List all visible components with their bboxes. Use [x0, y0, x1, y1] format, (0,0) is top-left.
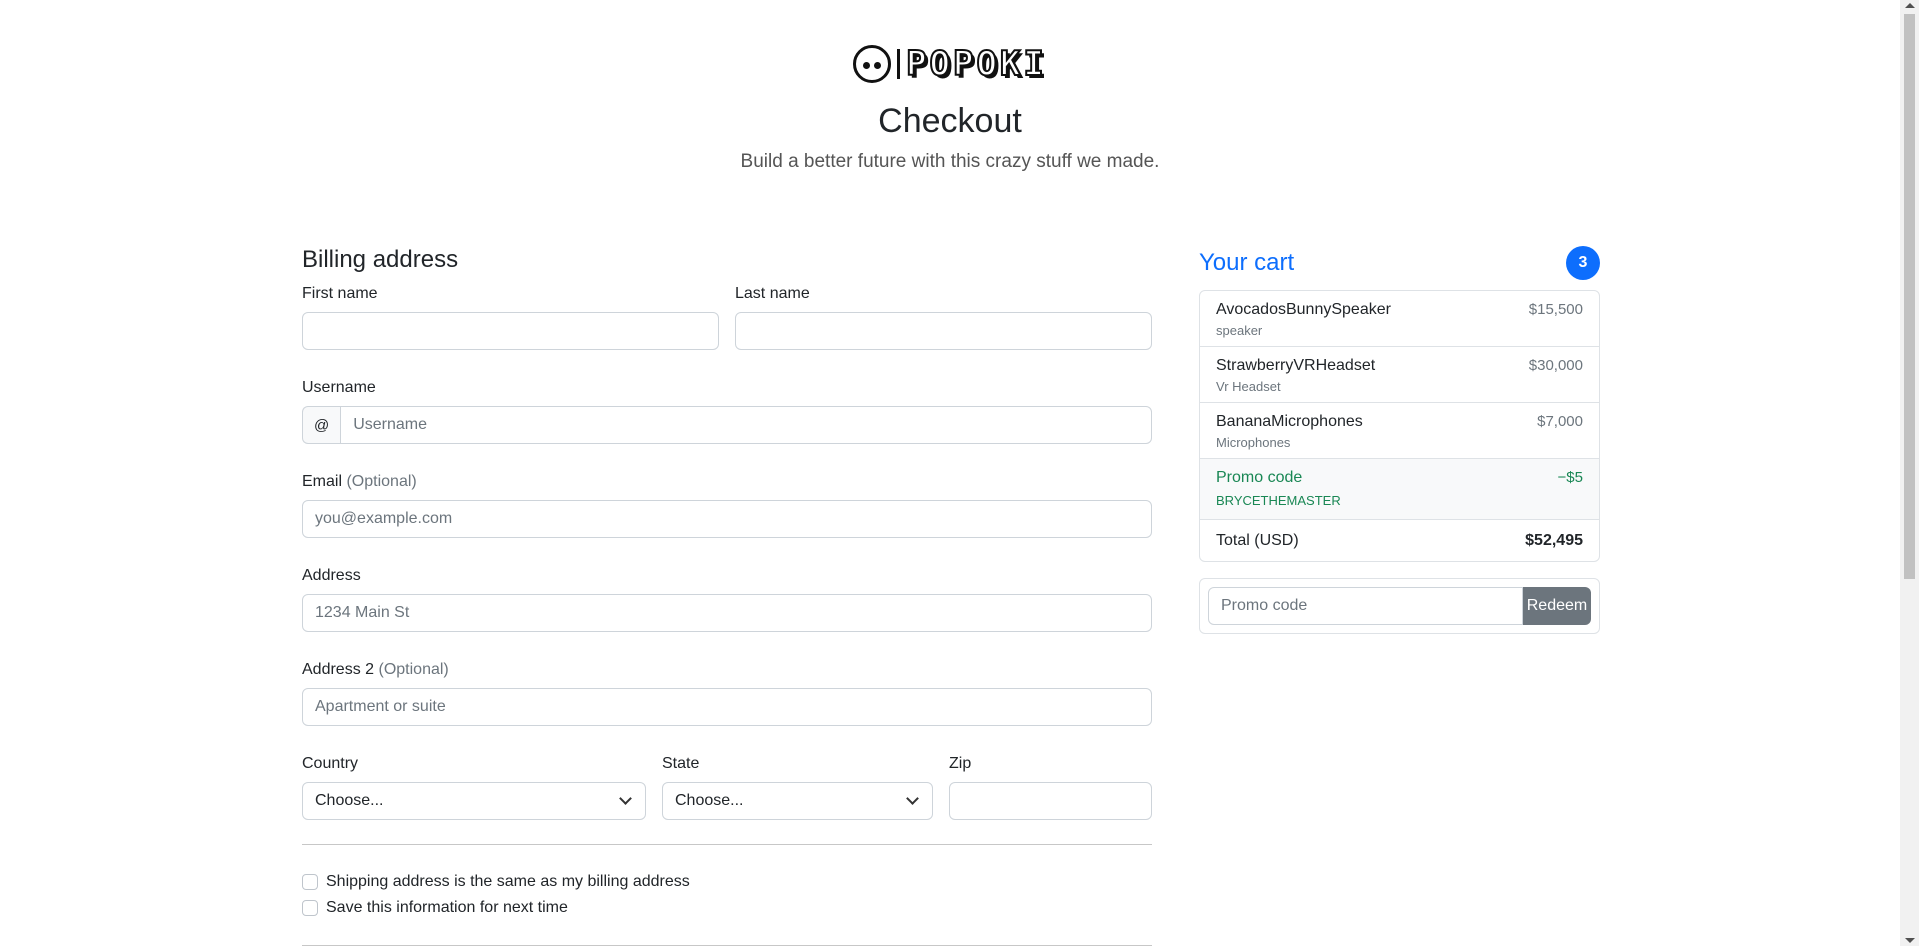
state-label: State	[662, 755, 700, 772]
address2-label: Address 2 (Optional)	[302, 660, 1152, 680]
first-name-label: First name	[302, 285, 378, 302]
address-label: Address	[302, 567, 361, 584]
vertical-scrollbar[interactable]	[1900, 0, 1919, 946]
state-select[interactable]: Choose...	[662, 782, 933, 820]
save-info-checkbox-row[interactable]: Save this information for next time	[302, 895, 1152, 921]
cart-item-desc: Microphones	[1216, 435, 1291, 450]
address2-label-text: Address 2	[302, 661, 375, 678]
cart-title: Your cart	[1199, 249, 1295, 276]
promo-code-row: Promo code BRYCETHEMASTER −$5	[1200, 459, 1599, 520]
email-label: Email (Optional)	[302, 472, 1152, 492]
last-name-label: Last name	[735, 285, 810, 302]
billing-form: Billing address First name Last name Use…	[302, 246, 1152, 946]
address2-input[interactable]	[302, 688, 1152, 726]
cart-header: Your cart 3	[1199, 246, 1600, 280]
promo-code-input[interactable]	[1208, 587, 1523, 625]
logo-face-icon	[853, 45, 892, 83]
promo-redeem-form: Redeem	[1199, 578, 1600, 634]
state-select-value[interactable]: Choose...	[662, 782, 933, 820]
same-address-checkbox-row[interactable]: Shipping address is the same as my billi…	[302, 869, 1152, 895]
save-info-checkbox[interactable]	[302, 900, 318, 916]
header: POPOKI Checkout Build a better future wi…	[0, 40, 1900, 173]
cart-item-price: $7,000	[1537, 413, 1583, 430]
checkout-page: POPOKI Checkout Build a better future wi…	[0, 0, 1900, 946]
zip-label: Zip	[949, 755, 972, 772]
username-input-group: @	[302, 406, 1152, 444]
last-name-input[interactable]	[735, 312, 1152, 350]
popoki-logo: POPOKI	[853, 40, 1047, 88]
page-subtitle: Build a better future with this crazy st…	[740, 151, 1160, 172]
cart-total-row: Total (USD) $52,495	[1200, 520, 1599, 561]
country-label: Country	[302, 755, 359, 772]
same-address-checkbox[interactable]	[302, 874, 318, 890]
cart-items-list: AvocadosBunnySpeaker speaker $15,500 Str…	[1199, 290, 1600, 562]
cart-item-price: $15,500	[1528, 301, 1583, 318]
save-info-label: Save this information for next time	[326, 899, 568, 916]
cart-item-name: StrawberryVRHeadset	[1216, 357, 1376, 374]
promo-code-value: BRYCETHEMASTER	[1216, 493, 1341, 508]
scroll-down-arrow-icon[interactable]	[1905, 938, 1915, 943]
logo-text: POPOKI	[905, 43, 1047, 85]
email-input[interactable]	[302, 500, 1152, 538]
divider	[302, 844, 1152, 845]
email-label-text: Email	[302, 473, 343, 490]
cart-count-badge: 3	[1566, 246, 1600, 280]
cart-item-desc: speaker	[1216, 323, 1263, 338]
at-sign-prefix: @	[302, 406, 341, 444]
cart-panel: Your cart 3 AvocadosBunnySpeaker speaker…	[1199, 246, 1600, 634]
cart-item: StrawberryVRHeadset Vr Headset $30,000	[1200, 347, 1599, 403]
total-value: $52,495	[1525, 531, 1583, 549]
cart-item: AvocadosBunnySpeaker speaker $15,500	[1200, 291, 1599, 347]
promo-label: Promo code	[1216, 469, 1303, 486]
cart-item-price: $30,000	[1528, 357, 1583, 374]
username-input[interactable]	[340, 406, 1152, 444]
billing-heading: Billing address	[302, 246, 459, 273]
cart-item-name: AvocadosBunnySpeaker	[1216, 301, 1391, 318]
address2-optional-text: (Optional)	[378, 661, 449, 678]
promo-discount: −$5	[1557, 469, 1583, 486]
same-address-label: Shipping address is the same as my billi…	[326, 873, 690, 890]
zip-input[interactable]	[949, 782, 1152, 820]
cart-item-desc: Vr Headset	[1216, 379, 1281, 394]
first-name-input[interactable]	[302, 312, 719, 350]
country-select[interactable]: Choose...	[302, 782, 646, 820]
scroll-up-arrow-icon[interactable]	[1905, 3, 1915, 8]
redeem-button[interactable]: Redeem	[1523, 587, 1591, 625]
address-input[interactable]	[302, 594, 1152, 632]
scrollbar-thumb[interactable]	[1904, 14, 1915, 579]
username-label: Username	[302, 379, 376, 396]
cart-item-name: BananaMicrophones	[1216, 413, 1363, 430]
page-title: Checkout	[878, 102, 1022, 140]
email-optional-text: (Optional)	[346, 473, 417, 490]
total-label: Total (USD)	[1216, 531, 1299, 549]
cart-item: BananaMicrophones Microphones $7,000	[1200, 403, 1599, 459]
country-select-value[interactable]: Choose...	[302, 782, 646, 820]
logo-divider	[897, 49, 901, 79]
